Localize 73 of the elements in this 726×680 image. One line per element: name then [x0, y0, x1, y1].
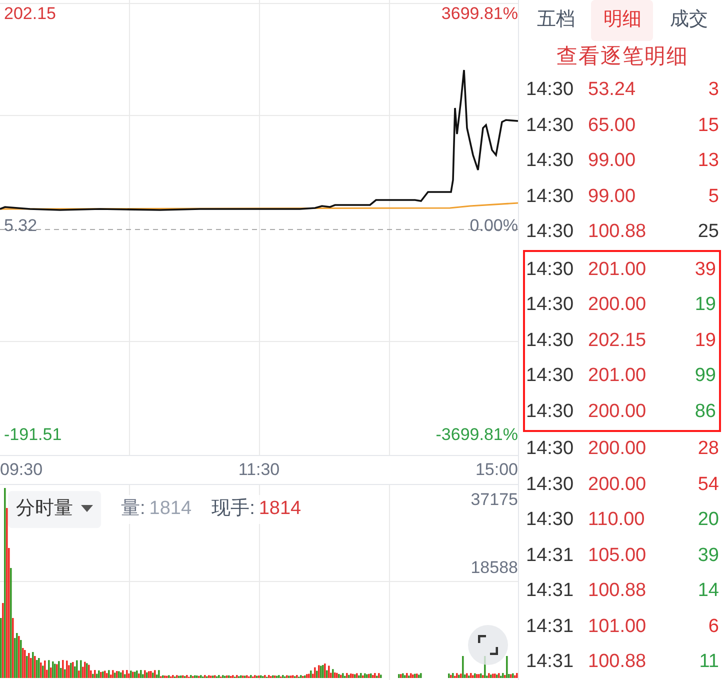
time-axis-label: 09:30 [0, 459, 43, 482]
trade-volume: 25 [698, 220, 719, 244]
hand-label: 现手: [212, 497, 255, 521]
trade-volume: 19 [694, 293, 716, 317]
volume-scale-label: 37175 [470, 489, 518, 511]
trade-price: 99.00 [587, 149, 637, 173]
trade-price: 201.00 [587, 258, 648, 282]
trade-volume: 86 [694, 400, 716, 424]
time-axis-label: 11:30 [238, 459, 280, 482]
trade-time: 14:30 [526, 508, 575, 532]
trade-time: 14:30 [526, 472, 575, 496]
trade-volume: 20 [698, 508, 719, 532]
caret-icon [81, 505, 93, 514]
trade-volume: 13 [698, 149, 719, 173]
trade-price: 201.00 [587, 364, 648, 388]
volume-label: 量: [121, 497, 146, 521]
trade-price: 202.15 [587, 328, 648, 352]
trade-time: 14:30 [526, 220, 575, 244]
trade-price: 99.00 [587, 184, 637, 208]
trade-price: 65.00 [587, 114, 637, 138]
trade-price: 100.88 [587, 579, 648, 603]
time-axis-label: 15:00 [475, 459, 518, 482]
trade-volume: 54 [698, 472, 719, 496]
trade-time: 14:30 [526, 437, 575, 461]
trade-time: 14:31 [526, 579, 575, 603]
trade-price: 105.00 [587, 544, 648, 568]
trade-time: 14:30 [526, 114, 575, 138]
trade-volume: 39 [694, 258, 716, 282]
trade-time: 14:30 [526, 78, 575, 102]
trade-volume: 15 [698, 114, 719, 138]
trade-time: 14:30 [526, 400, 575, 424]
volume-scale-label: 18588 [470, 557, 518, 579]
trade-price: 101.00 [587, 614, 648, 638]
trade-time: 14:30 [526, 184, 575, 208]
trade-time: 14:30 [526, 293, 575, 317]
trade-volume: 19 [694, 328, 716, 352]
indicator-dropdown[interactable]: 分时量 [8, 491, 101, 528]
expand-icon [478, 635, 498, 655]
hand-value: 1814 [258, 497, 302, 521]
trade-price: 100.88 [587, 650, 648, 674]
trade-price: 53.24 [587, 78, 637, 102]
trade-volume: 5 [708, 184, 719, 208]
base-percent-label: 0.00% [470, 216, 518, 236]
trade-price: 200.00 [587, 293, 648, 317]
trade-time: 14:30 [526, 258, 575, 282]
trade-price: 200.00 [587, 437, 648, 461]
trade-volume: 39 [698, 544, 719, 568]
tab[interactable]: 明细 [591, 0, 654, 41]
trade-time: 14:30 [526, 328, 575, 352]
trade-time: 14:30 [526, 149, 575, 173]
trade-volume: 14 [698, 579, 719, 603]
trade-volume: 99 [694, 364, 716, 388]
trade-volume: 11 [699, 650, 719, 674]
trade-time: 14:31 [526, 650, 575, 674]
tab[interactable]: 成交 [658, 0, 720, 41]
trade-price: 100.88 [587, 220, 648, 244]
trade-time: 14:30 [526, 364, 575, 388]
expand-button[interactable] [468, 625, 508, 665]
trade-volume: 28 [698, 437, 719, 461]
trade-time: 14:31 [526, 544, 575, 568]
tab[interactable]: 五档 [525, 0, 588, 41]
trade-volume: 6 [708, 614, 719, 638]
percent-high-label: 3699.81% [441, 4, 518, 24]
detail-link[interactable]: 查看逐笔明细 [556, 41, 688, 72]
price-low-label: -191.51 [4, 425, 62, 445]
volume-value: 1814 [149, 497, 192, 521]
trade-price: 110.00 [587, 508, 646, 532]
trade-time: 14:31 [526, 614, 575, 638]
base-price-label: 5.32 [4, 216, 38, 236]
trade-volume: 3 [708, 78, 719, 102]
trade-price: 200.00 [587, 400, 648, 424]
price-high-label: 202.15 [4, 4, 56, 24]
trade-price: 200.00 [587, 472, 648, 496]
